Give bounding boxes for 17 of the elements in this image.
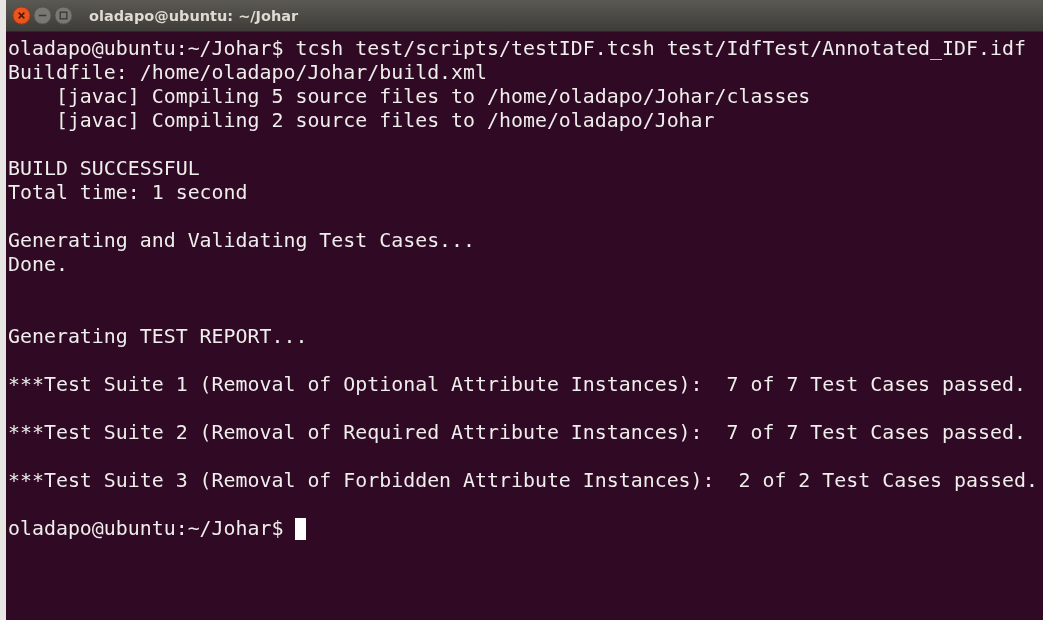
output-line: Done. bbox=[8, 253, 68, 277]
output-line: BUILD SUCCESSFUL bbox=[8, 157, 200, 181]
output-line: ***Test Suite 2 (Removal of Required Attribute Instances): 7 of 7 Test Cases passed. bbox=[8, 421, 1026, 445]
output-line: [javac] Compiling 2 source files to /home/oladapo/Johar bbox=[54, 109, 715, 133]
output-line: Total time: 1 second bbox=[8, 181, 248, 205]
output-line: ***Test Suite 1 (Removal of Optional Attribute Instances): 7 of 7 Test Cases passed. bbox=[8, 373, 1026, 397]
maximize-icon[interactable] bbox=[54, 6, 73, 25]
output-line: oladapo@ubuntu:~/Johar$ tcsh test/scripts/testIDF.tcsh test/IdfTest/Annotated_IDF.idf bbox=[8, 37, 1026, 61]
output-line: [javac] Compiling 5 source files to /home/oladapo/Johar/classes bbox=[54, 85, 811, 109]
output-line: Buildfile: /home/oladapo/Johar/build.xml bbox=[8, 61, 487, 85]
window-title: oladapo@ubuntu: ~/Johar bbox=[89, 7, 299, 24]
shell-prompt: oladapo@ubuntu:~/Johar$ bbox=[8, 517, 284, 541]
output-line: Generating and Validating Test Cases... bbox=[8, 229, 476, 253]
output-line: Generating TEST REPORT... bbox=[8, 325, 308, 349]
close-icon[interactable] bbox=[12, 6, 31, 25]
minimize-icon[interactable] bbox=[33, 6, 52, 25]
output-line: ***Test Suite 3 (Removal of Forbidden Attribute Instances): 2 of 2 Test Cases passed. bbox=[8, 469, 1038, 493]
